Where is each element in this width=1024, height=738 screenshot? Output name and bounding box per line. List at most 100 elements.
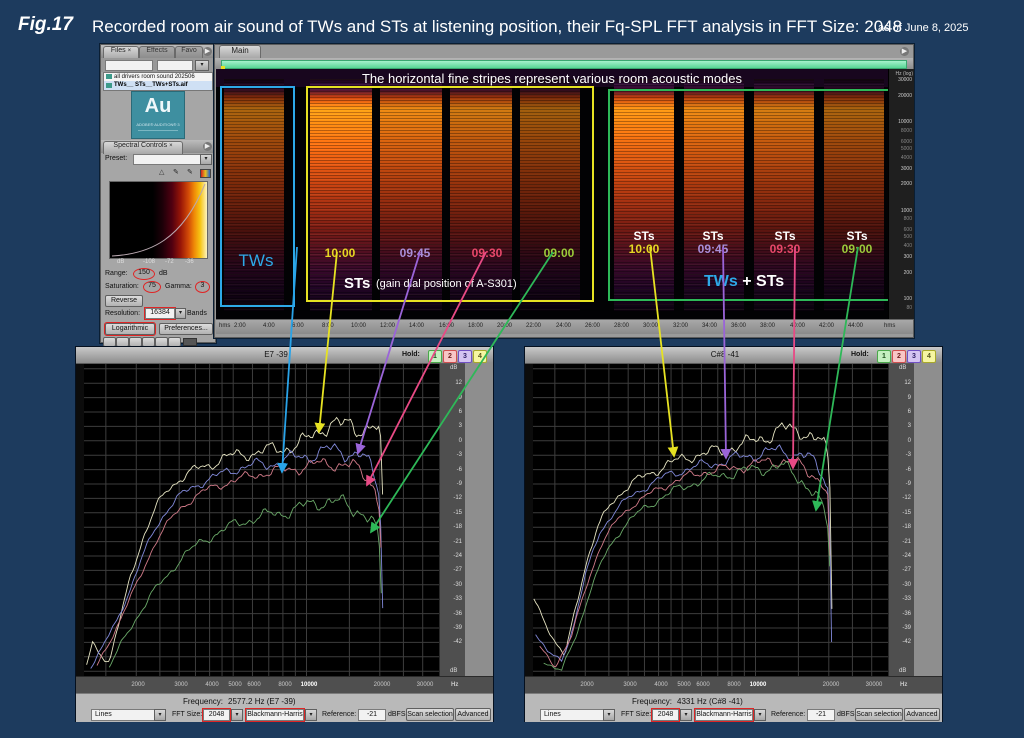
frequency-label: Frequency: [632,697,673,706]
y-tick-label: -30 [453,582,462,588]
reverse-button[interactable]: Reverse [105,295,143,307]
range-value[interactable]: 150 [133,268,155,280]
display-mode-arrow-icon[interactable]: ▾ [154,709,166,721]
new-preset-icon[interactable]: △ [159,168,164,176]
timeline-label: 22:00 [526,323,542,329]
frequency-analysis-window-left: E7 -39 Hold: 1 2 3 4 dB 12 9 6 3 0 -3 -6 -9 -12 -15 -18 -2… [75,346,494,722]
y-tick-label: 3 [907,423,911,429]
advanced-button[interactable]: Advanced [455,708,491,721]
scan-selection-button[interactable]: Scan selection [855,708,903,721]
y-tick-label: -33 [453,596,462,602]
gamma-value[interactable]: 3 [195,281,210,293]
hold-button-1[interactable]: 1 [877,349,891,363]
files-tabstrip: Files × Effects Favo ▶ [101,45,213,59]
y-tick-label: -9 [905,481,911,487]
colormap-scale-tick: -72 [165,259,174,265]
sts-group-box [306,86,594,302]
tab-close-icon[interactable]: × [169,143,173,149]
timeline-ruler[interactable]: hms 2:00 4:00 6:00 8:00 10:00 12:00 14:00 16:00 1… [216,319,913,334]
fft-size-arrow-icon[interactable]: ▾ [231,709,243,721]
advanced-button[interactable]: Advanced [904,708,940,721]
edit-curve-icon[interactable]: ✎ [187,168,193,176]
preset-dropdown[interactable] [133,154,201,165]
hold-button-4[interactable]: 4 [922,349,936,363]
hold-button-2[interactable]: 2 [892,349,906,363]
files-sort-dropdown[interactable] [157,60,193,71]
y-tick-label: -42 [453,639,462,645]
hold-button-3[interactable]: 3 [907,349,921,363]
frequency-tick-label: 20000 [898,93,912,99]
reference-input[interactable]: -21 [358,709,386,721]
reference-input[interactable]: -21 [807,709,835,721]
fft-plot-svg [533,364,888,676]
display-mode-dropdown[interactable]: Lines [91,709,158,721]
timeline-label: hms [884,323,896,329]
y-tick-label: 6 [907,409,911,415]
y-tick-label: -6 [905,467,911,473]
panel-menu-icon[interactable]: ▶ [203,142,212,151]
logarithmic-button[interactable]: Logarithmic [104,322,156,336]
tab-main[interactable]: Main [219,45,261,58]
fft-size-value[interactable]: 2048 [202,708,231,722]
timeline-label: 2:00 [234,323,246,329]
frequency-analysis-window-right: C#8 -41 Hold: 1 2 3 4 dB 12 9 6 3 0 -3 -6 -9 -12 -15 -18-… [524,346,943,722]
fft-size-arrow-icon[interactable]: ▾ [680,709,692,721]
frequency-tick-label: 4000 [900,155,912,161]
window-function-dropdown[interactable]: Blackmann-Harris [694,708,754,722]
preset-dropdown-arrow-icon[interactable]: ▾ [200,154,212,165]
tab-spectral-controls[interactable]: Spectral Controls × [103,141,183,154]
x-tick-label: 2000 [580,682,594,688]
files-filter-dropdown[interactable] [105,60,153,71]
frequency-tick-label: 80 [906,305,912,311]
sts-caption: STs [344,275,371,292]
frequency-tick-label: 10000 [898,119,912,125]
combo-time-label: 09:30 [769,242,801,256]
window-menu-icon[interactable]: ▶ [900,47,909,56]
display-mode-dropdown[interactable]: Lines [540,709,607,721]
frequency-tick-label: 1000 [900,208,912,214]
combo-time-label: 09:00 [841,242,873,256]
palette-icon[interactable] [200,169,211,178]
x-tick-label: 30000 [865,682,883,688]
colormap-preview[interactable] [109,181,208,259]
reference-unit: dBFS [388,711,406,718]
hold-button-3[interactable]: 3 [458,349,472,363]
colormap-scale-tick: -36 [185,259,194,265]
frequency-tick-label: 200 [903,270,912,276]
audition-logo-text: Au [144,95,172,117]
combo-sts-label: STs [633,229,655,243]
panel-menu-icon[interactable]: ▶ [203,47,212,56]
display-mode-arrow-icon[interactable]: ▾ [603,709,615,721]
fft-plot-area[interactable] [84,364,439,676]
y-tick-label: -15 [902,510,911,516]
resolution-value[interactable]: 16384 [144,307,176,320]
hold-button-1[interactable]: 1 [428,349,442,363]
resolution-dropdown-arrow-icon[interactable]: ▾ [175,308,186,319]
y-tick-label: 9 [458,395,462,401]
saturation-value[interactable]: 75 [143,281,161,293]
hold-button-4[interactable]: 4 [473,349,487,363]
window-function-dropdown[interactable]: Blackmann-Harris [245,708,305,722]
hold-label: Hold: [851,351,869,358]
session-overview-bar[interactable] [221,60,907,69]
timeline-label: 6:00 [292,323,304,329]
tab-close-icon[interactable]: × [128,48,132,54]
fft-size-value[interactable]: 2048 [651,708,680,722]
edit-curve-icon[interactable]: ✎ [173,168,179,176]
file-row-selected[interactable]: TWs__ STs__TWs+STs.aif [104,81,212,90]
files-toolbar-button[interactable]: ▾ [195,60,209,71]
fft-plot-area[interactable] [533,364,888,676]
window-function-arrow-icon[interactable]: ▾ [754,709,766,721]
spectrogram[interactable]: The horizontal fine stripes represent va… [216,69,888,319]
fft-right-frame [465,363,493,676]
preferences-button[interactable]: Preferences... [159,323,213,335]
preset-label: Preset: [105,155,128,162]
scan-selection-button[interactable]: Scan selection [406,708,454,721]
hold-button-2[interactable]: 2 [443,349,457,363]
window-function-arrow-icon[interactable]: ▾ [305,709,317,721]
y-tick-label: 12 [904,380,911,386]
tws-group-box [220,86,295,307]
frequency-tick-label: 800 [903,216,912,222]
x-axis-unit: Hz [900,682,908,688]
file-row[interactable]: all drivers room sound 202506 [104,73,212,81]
